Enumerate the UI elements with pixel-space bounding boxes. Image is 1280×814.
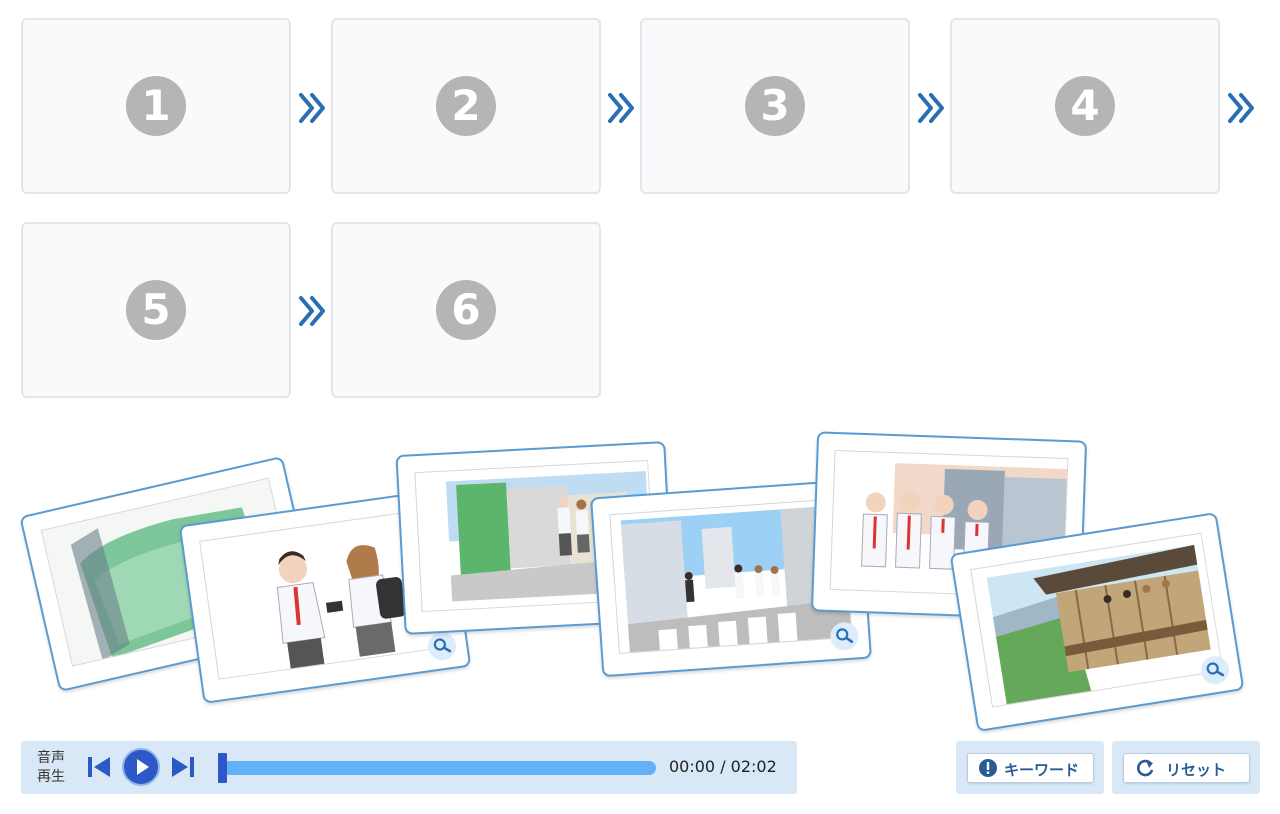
magnifier-icon — [836, 628, 854, 644]
keyword-button[interactable]: キーワード — [967, 753, 1094, 783]
magnifier-icon — [1206, 662, 1225, 677]
double-chevron-right-icon — [299, 296, 325, 326]
magnifier-icon — [433, 638, 452, 653]
reset-panel: リセット — [1112, 741, 1260, 794]
double-chevron-right-icon — [918, 93, 944, 123]
zoom-button[interactable] — [829, 621, 860, 652]
skip-forward-icon[interactable] — [171, 756, 195, 778]
double-chevron-right-icon — [608, 93, 634, 123]
exclamation-icon — [979, 759, 997, 777]
slot-2[interactable]: 2 — [331, 18, 601, 194]
slot-6[interactable]: 6 — [331, 222, 601, 398]
double-chevron-right-icon — [1228, 93, 1254, 123]
slot-number: 3 — [745, 76, 805, 136]
skip-back-icon[interactable] — [87, 756, 111, 778]
slot-5[interactable]: 5 — [21, 222, 291, 398]
play-icon — [137, 759, 149, 775]
slot-number: 4 — [1055, 76, 1115, 136]
slot-number: 6 — [436, 280, 496, 340]
play-button[interactable] — [122, 748, 160, 786]
slot-number: 5 — [126, 280, 186, 340]
scene-illustration — [970, 532, 1224, 708]
progress-bar[interactable] — [220, 761, 656, 775]
time-display: 00:00 / 02:02 — [669, 757, 777, 776]
reset-button[interactable]: リセット — [1123, 753, 1250, 783]
slot-number: 2 — [436, 76, 496, 136]
slot-3[interactable]: 3 — [640, 18, 910, 194]
audio-label: 音声 再生 — [37, 749, 65, 787]
slot-number: 1 — [126, 76, 186, 136]
audio-label-line1: 音声 — [37, 750, 65, 766]
slot-1[interactable]: 1 — [21, 18, 291, 194]
keyword-label: キーワード — [1004, 761, 1080, 779]
slot-4[interactable]: 4 — [950, 18, 1220, 194]
progress-handle[interactable] — [218, 753, 227, 783]
keyword-panel: キーワード — [956, 741, 1104, 794]
reset-arrow-icon — [1137, 759, 1154, 777]
reset-label: リセット — [1166, 761, 1227, 779]
double-chevron-right-icon — [299, 93, 325, 123]
audio-label-line2: 再生 — [37, 769, 65, 785]
audio-player: 音声 再生 00:00 / 02:02 — [21, 741, 797, 794]
